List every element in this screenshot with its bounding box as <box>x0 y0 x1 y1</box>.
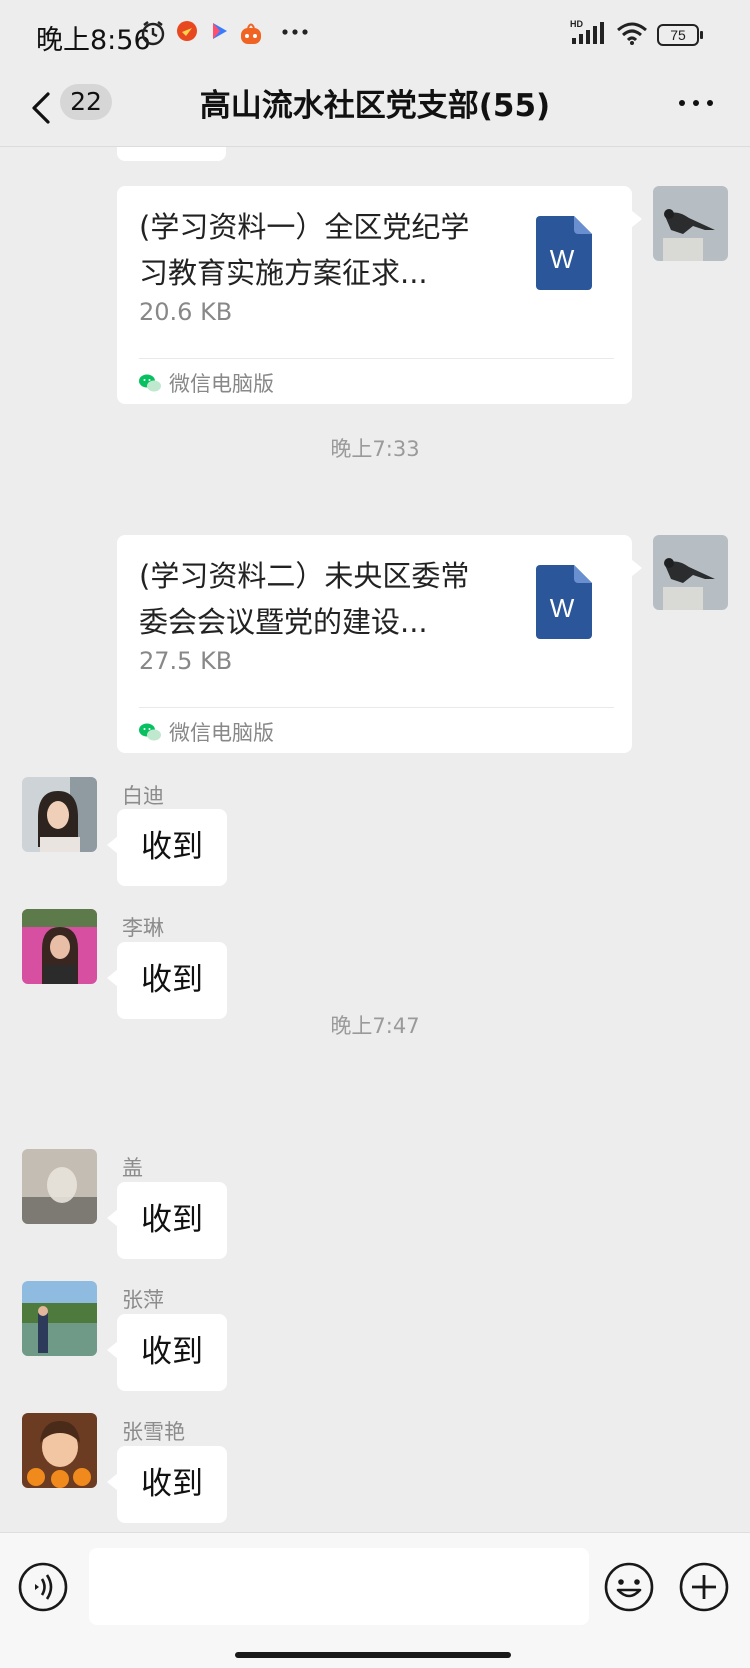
message-bubble[interactable]: 收到 <box>107 809 227 886</box>
file-source-label: 微信电脑版 <box>169 372 274 396</box>
message-text: 收到 <box>141 1202 203 1238</box>
file-size: 20.6 KB <box>139 298 233 326</box>
avatar-self[interactable] <box>653 535 728 610</box>
sender-name: 白迪 <box>122 784 164 808</box>
chat-message-list[interactable]: (学习资料一）全区党纪学习教育实施方案征求... 20.6 KB W 微信电脑版… <box>0 147 750 1532</box>
previous-message-bubble <box>117 147 226 161</box>
more-icon <box>679 100 713 106</box>
video-app-icon <box>208 20 230 46</box>
app-notification-icon <box>176 20 198 46</box>
sender-name: 盖 <box>122 1156 143 1180</box>
more-functions-button[interactable] <box>679 1562 729 1616</box>
wechat-icon <box>139 723 161 741</box>
shopping-app-icon <box>238 20 264 50</box>
message-bubble[interactable]: 收到 <box>107 1314 227 1391</box>
alarm-icon <box>140 20 166 50</box>
message-bubble[interactable]: 收到 <box>107 1446 227 1523</box>
sender-name: 张雪艳 <box>122 1420 185 1444</box>
avatar[interactable] <box>22 1281 97 1356</box>
message-text: 收到 <box>141 829 203 865</box>
svg-text:HD: HD <box>570 19 583 29</box>
status-bar: 晚上8:56 HD 75 <box>0 0 750 70</box>
avatar[interactable] <box>22 909 97 984</box>
message-text: 收到 <box>141 1334 203 1370</box>
chat-header: 22 高山流水社区党支部(55) <box>0 70 750 147</box>
message-bubble[interactable]: 收到 <box>107 1182 227 1259</box>
word-document-icon: W <box>536 565 592 639</box>
wifi-icon <box>616 22 648 50</box>
emoji-icon <box>604 1562 654 1612</box>
file-message-card[interactable]: (学习资料一）全区党纪学习教育实施方案征求... 20.6 KB W 微信电脑版 <box>117 186 642 404</box>
battery-icon: 75 <box>657 24 705 50</box>
timestamp: 晚上7:33 <box>330 437 420 461</box>
voice-input-button[interactable] <box>18 1562 68 1616</box>
timestamp: 晚上7:47 <box>330 1014 420 1038</box>
avatar[interactable] <box>22 1149 97 1224</box>
sender-name: 李琳 <box>122 916 164 940</box>
file-name: (学习资料一）全区党纪学习教育实施方案征求... <box>139 210 470 290</box>
avatar[interactable] <box>22 777 97 852</box>
file-source: 微信电脑版 <box>139 368 274 398</box>
sender-name: 张萍 <box>122 1288 164 1312</box>
message-text: 收到 <box>141 962 203 998</box>
page-title: 高山流水社区党支部(55) <box>199 88 551 124</box>
file-source-label: 微信电脑版 <box>169 721 274 745</box>
file-source: 微信电脑版 <box>139 717 274 747</box>
signal-icon: HD <box>570 18 606 52</box>
file-message-card[interactable]: (学习资料二）未央区委常委会会议暨党的建设... 27.5 KB W 微信电脑版 <box>117 535 642 753</box>
svg-text:W: W <box>550 244 575 274</box>
message-text: 收到 <box>141 1466 203 1502</box>
status-time: 晚上8:56 <box>36 25 151 56</box>
home-indicator[interactable] <box>235 1652 511 1658</box>
avatar[interactable] <box>22 1413 97 1488</box>
plus-icon <box>679 1562 729 1612</box>
svg-text:W: W <box>550 593 575 623</box>
input-bar <box>0 1532 750 1668</box>
word-document-icon: W <box>536 216 592 290</box>
message-bubble[interactable]: 收到 <box>107 942 227 1019</box>
more-options-button[interactable] <box>676 88 716 118</box>
emoji-button[interactable] <box>604 1562 654 1616</box>
avatar-self[interactable] <box>653 186 728 261</box>
svg-text:75: 75 <box>670 27 686 43</box>
file-size: 27.5 KB <box>139 647 233 675</box>
wechat-icon <box>139 374 161 392</box>
voice-icon <box>18 1562 68 1612</box>
more-notifications-icon <box>282 22 308 41</box>
message-input[interactable] <box>89 1548 589 1625</box>
file-name: (学习资料二）未央区委常委会会议暨党的建设... <box>139 559 470 639</box>
